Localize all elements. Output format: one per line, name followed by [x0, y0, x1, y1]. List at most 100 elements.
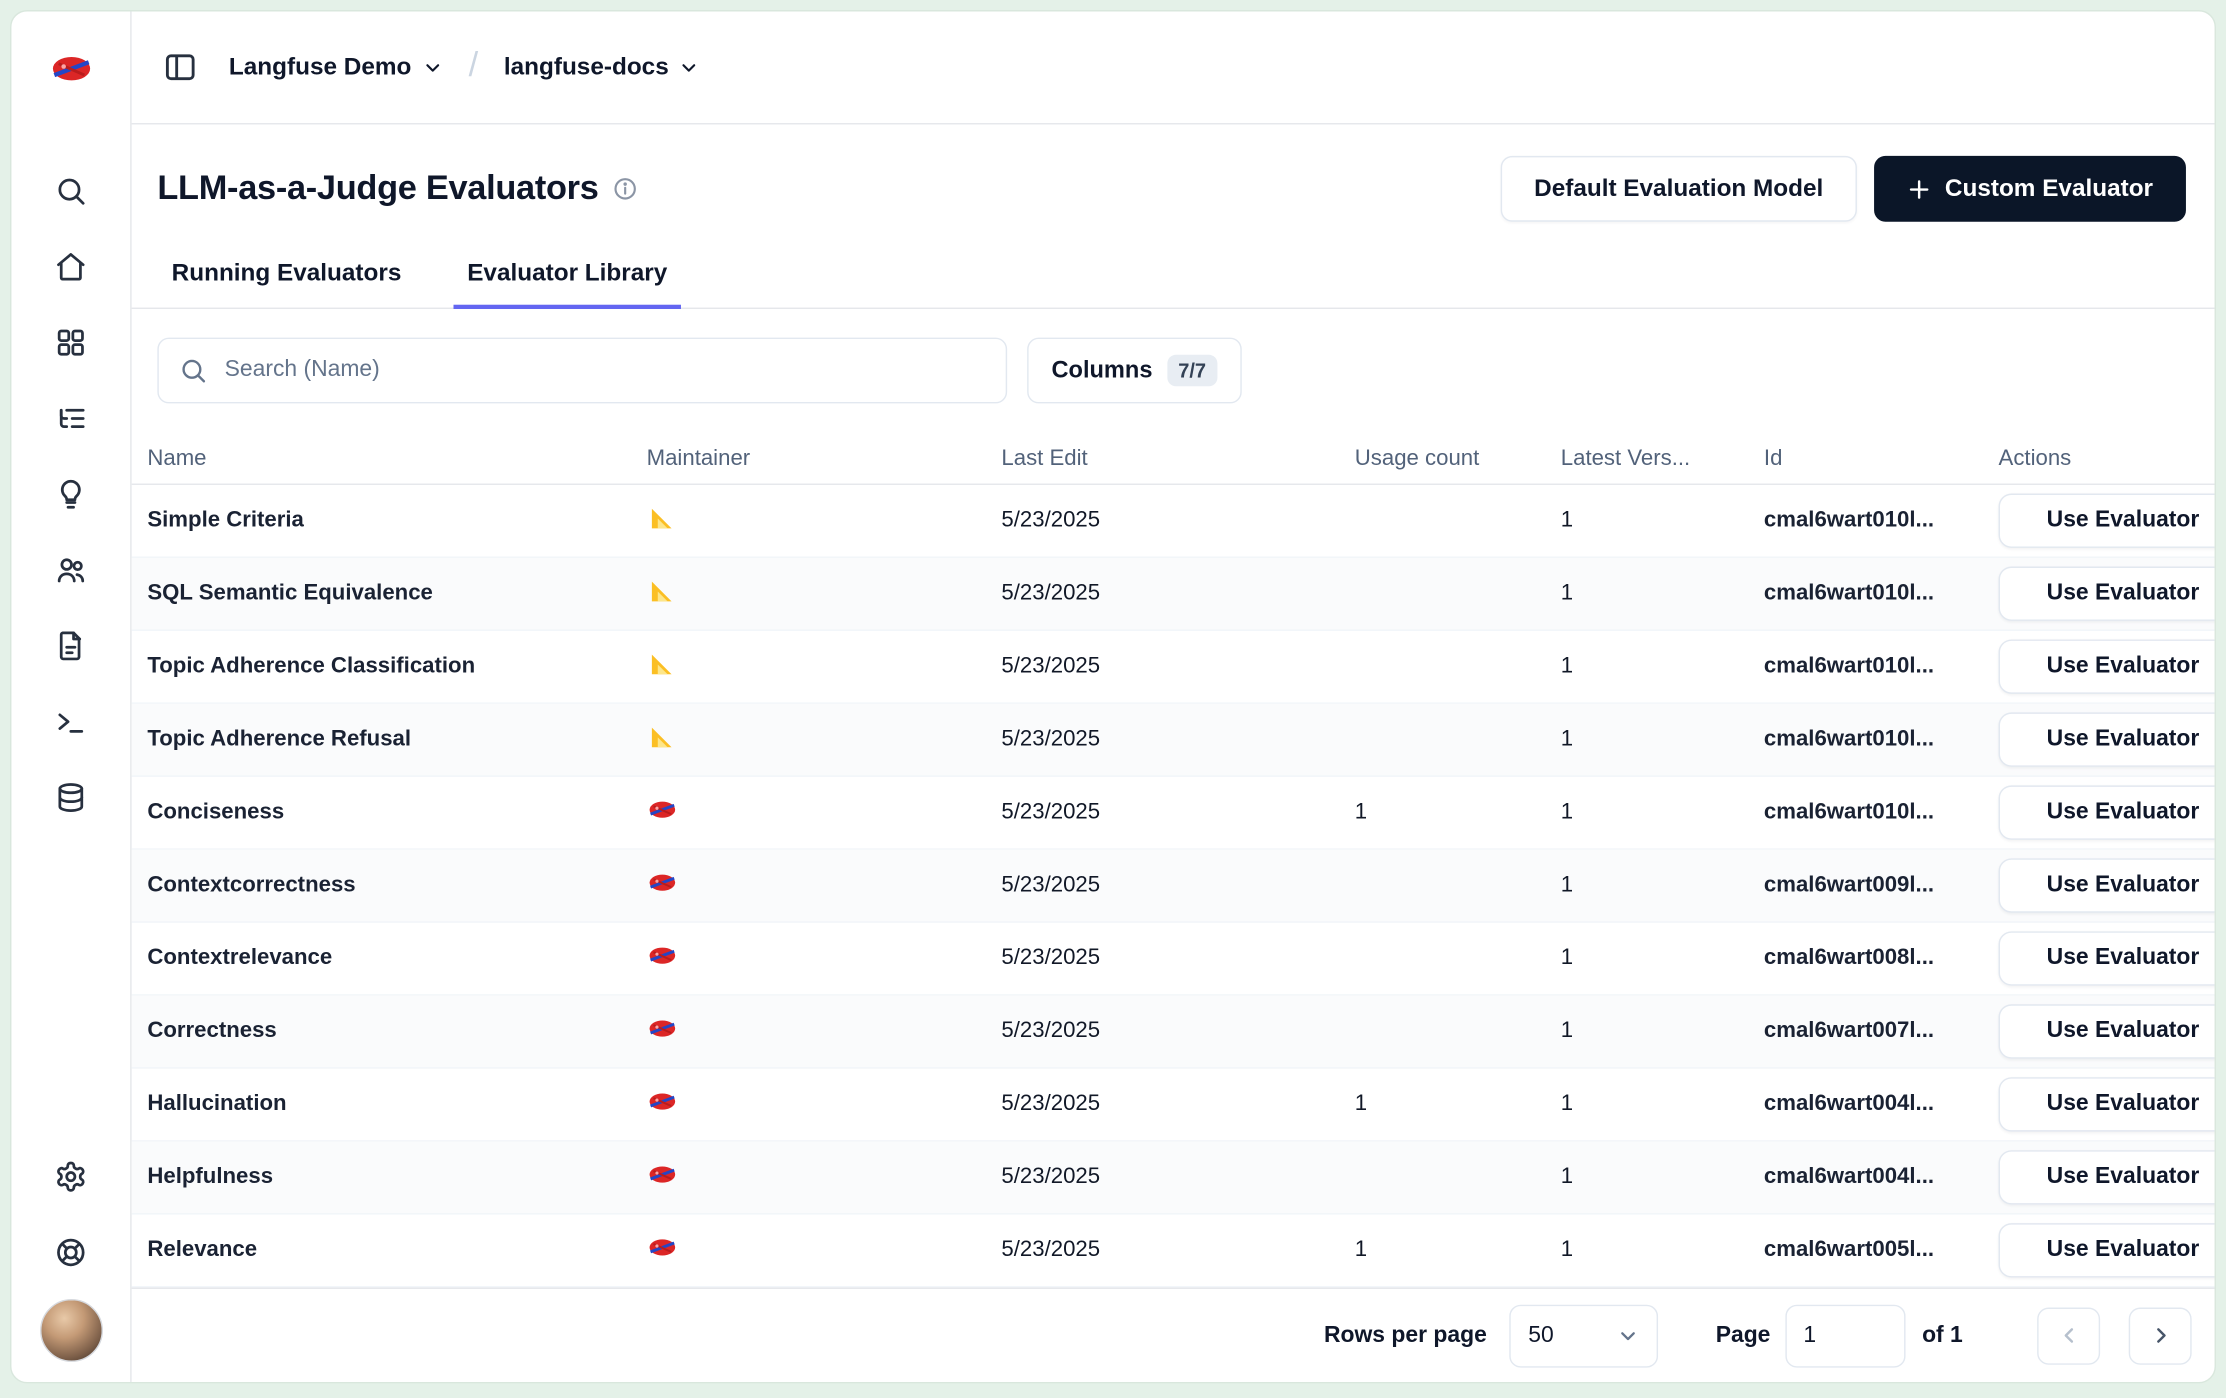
project-name: langfuse-docs: [504, 53, 669, 82]
tab-evaluator-library[interactable]: Evaluator Library: [453, 245, 682, 309]
maintainer-cell: [647, 501, 1002, 540]
maintainer-cell: [647, 647, 1002, 686]
evaluator-name: Contextcorrectness: [147, 873, 646, 899]
maintainer-cell: [647, 1012, 1002, 1051]
last-edit-value: 5/23/2025: [1001, 508, 1354, 534]
search-icon[interactable]: [42, 162, 99, 219]
latest-version-value: 1: [1561, 654, 1764, 680]
gear-icon[interactable]: [42, 1147, 99, 1204]
use-evaluator-button[interactable]: Use Evaluator: [1999, 712, 2215, 766]
usage-count-value: 1: [1355, 800, 1561, 826]
ragas-icon: [647, 720, 678, 751]
use-evaluator-button[interactable]: Use Evaluator: [1999, 785, 2215, 839]
app-panel: Langfuse Demo / langfuse-docs LLM-as-a-J…: [10, 10, 2216, 1383]
table-header-row: Name Maintainer Last Edit Usage count La…: [132, 435, 2215, 485]
use-evaluator-button[interactable]: Use Evaluator: [1999, 1004, 2215, 1058]
latest-version-value: 1: [1561, 1092, 1764, 1118]
last-edit-value: 5/23/2025: [1001, 1165, 1354, 1191]
search-box: [157, 338, 1007, 404]
use-evaluator-button[interactable]: Use Evaluator: [1999, 639, 2215, 693]
default-evaluation-model-button[interactable]: Default Evaluation Model: [1501, 156, 1856, 222]
ragas-icon: [647, 574, 678, 605]
terminal-icon[interactable]: [42, 692, 99, 749]
user-avatar[interactable]: [39, 1299, 102, 1362]
use-evaluator-button[interactable]: Use Evaluator: [1999, 858, 2215, 912]
table-row: SQL Semantic Equivalence 5/23/2025 1 cma…: [132, 558, 2215, 631]
table-row: Conciseness 5/23/2025 1 1 cmal6wart010l.…: [132, 777, 2215, 850]
search-input[interactable]: [225, 358, 986, 384]
evaluator-id: cmal6wart008l...: [1764, 946, 1999, 972]
dashboards-icon[interactable]: [42, 313, 99, 370]
use-evaluator-button[interactable]: Use Evaluator: [1999, 1223, 2215, 1277]
home-icon[interactable]: [42, 237, 99, 294]
last-edit-value: 5/23/2025: [1001, 1019, 1354, 1045]
main-area: Langfuse Demo / langfuse-docs LLM-as-a-J…: [132, 11, 2215, 1382]
use-evaluator-button[interactable]: Use Evaluator: [1999, 1077, 2215, 1131]
latest-version-value: 1: [1561, 946, 1764, 972]
tracing-icon[interactable]: [42, 389, 99, 446]
langfuse-icon: [647, 939, 678, 970]
evaluator-id: cmal6wart010l...: [1764, 508, 1999, 534]
custom-evaluator-button[interactable]: Custom Evaluator: [1873, 156, 2186, 222]
use-evaluator-button[interactable]: Use Evaluator: [1999, 494, 2215, 548]
table-row: Simple Criteria 5/23/2025 1 cmal6wart010…: [132, 485, 2215, 558]
info-icon[interactable]: [613, 176, 639, 202]
evaluator-id: cmal6wart009l...: [1764, 873, 1999, 899]
org-switcher[interactable]: Langfuse Demo: [220, 44, 451, 90]
page-number-input[interactable]: [1785, 1304, 1905, 1367]
page-header: LLM-as-a-Judge Evaluators Default Evalua…: [132, 124, 2215, 221]
use-evaluator-button[interactable]: Use Evaluator: [1999, 931, 2215, 985]
chevron-down-icon: [421, 57, 442, 78]
chevron-right-icon: [2148, 1323, 2172, 1347]
lifebuoy-icon[interactable]: [42, 1223, 99, 1280]
sidebar-toggle-icon[interactable]: [157, 44, 203, 90]
users-icon[interactable]: [42, 541, 99, 598]
org-name: Langfuse Demo: [229, 53, 411, 82]
column-header-name: Name: [147, 446, 646, 472]
evaluator-id: cmal6wart007l...: [1764, 1019, 1999, 1045]
column-header-usage-count: Usage count: [1355, 446, 1561, 472]
langfuse-logo[interactable]: [11, 11, 130, 124]
latest-version-value: 1: [1561, 508, 1764, 534]
columns-button[interactable]: Columns 7/7: [1027, 338, 1242, 404]
evaluator-name: Conciseness: [147, 800, 646, 826]
latest-version-value: 1: [1561, 581, 1764, 607]
table-row: Hallucination 5/23/2025 1 1 cmal6wart004…: [132, 1069, 2215, 1142]
previous-page-button[interactable]: [2037, 1307, 2100, 1364]
langfuse-icon: [647, 793, 678, 824]
columns-label: Columns: [1051, 357, 1152, 384]
columns-count-badge: 7/7: [1167, 355, 1218, 386]
evaluator-name: SQL Semantic Equivalence: [147, 581, 646, 607]
plus-icon: [1906, 177, 1930, 201]
lightbulb-icon[interactable]: [42, 465, 99, 522]
table-body: Simple Criteria 5/23/2025 1 cmal6wart010…: [132, 485, 2215, 1288]
page-label: Page: [1716, 1323, 1771, 1349]
rows-per-page-select[interactable]: 50: [1510, 1304, 1659, 1367]
table-row: Helpfulness 5/23/2025 1 cmal6wart004l...…: [132, 1142, 2215, 1215]
tab-bar: Running Evaluators Evaluator Library: [132, 245, 2215, 309]
ragas-icon: [647, 501, 678, 532]
table-row: Contextrelevance 5/23/2025 1 cmal6wart00…: [132, 923, 2215, 996]
evaluator-id: cmal6wart010l...: [1764, 800, 1999, 826]
project-switcher[interactable]: langfuse-docs: [495, 44, 709, 90]
evaluator-id: cmal6wart010l...: [1764, 581, 1999, 607]
document-icon[interactable]: [42, 617, 99, 674]
evaluator-id: cmal6wart010l...: [1764, 727, 1999, 753]
database-icon[interactable]: [42, 768, 99, 825]
langfuse-icon: [647, 1012, 678, 1043]
evaluator-name: Relevance: [147, 1237, 646, 1263]
latest-version-value: 1: [1561, 1019, 1764, 1045]
pagination-footer: Rows per page 50 Page of 1: [132, 1288, 2215, 1382]
maintainer-cell: [647, 793, 1002, 832]
use-evaluator-button[interactable]: Use Evaluator: [1999, 567, 2215, 621]
evaluator-name: Helpfulness: [147, 1165, 646, 1191]
tab-running-evaluators[interactable]: Running Evaluators: [157, 245, 415, 309]
table-row: Relevance 5/23/2025 1 1 cmal6wart005l...…: [132, 1215, 2215, 1288]
page-title: LLM-as-a-Judge Evaluators: [157, 169, 598, 209]
usage-count-value: 1: [1355, 1092, 1561, 1118]
langfuse-icon: [647, 1231, 678, 1262]
use-evaluator-button[interactable]: Use Evaluator: [1999, 1150, 2215, 1204]
next-page-button[interactable]: [2129, 1307, 2192, 1364]
last-edit-value: 5/23/2025: [1001, 727, 1354, 753]
maintainer-cell: [647, 1158, 1002, 1197]
